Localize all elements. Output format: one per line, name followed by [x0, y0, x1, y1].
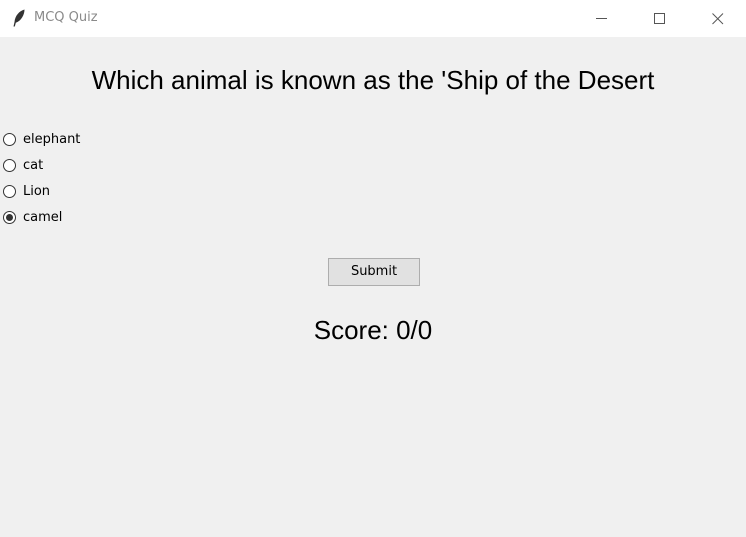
window-title: MCQ Quiz: [34, 10, 98, 25]
radio-button[interactable]: [3, 158, 16, 172]
close-button[interactable]: [689, 0, 746, 37]
option-label: elephant: [23, 131, 81, 147]
minimize-button[interactable]: [573, 0, 631, 37]
option-label: cat: [23, 157, 44, 173]
option-camel[interactable]: camel: [0, 207, 62, 227]
submit-button[interactable]: Submit: [328, 258, 420, 286]
maximize-icon: [654, 13, 665, 24]
option-lion[interactable]: Lion: [0, 181, 50, 201]
question-text: Which animal is known as the 'Ship of th…: [91, 65, 655, 95]
option-cat[interactable]: cat: [0, 155, 43, 175]
option-elephant[interactable]: elephant: [0, 129, 80, 149]
close-icon: [712, 13, 724, 25]
option-label: camel: [23, 209, 63, 225]
radio-button-selected[interactable]: [3, 210, 16, 224]
score-text: Score: 0/0: [313, 315, 433, 345]
maximize-button[interactable]: [631, 0, 689, 37]
radio-button[interactable]: [3, 132, 16, 146]
option-label: Lion: [23, 183, 51, 199]
radio-button[interactable]: [3, 184, 16, 198]
feather-icon: [13, 9, 25, 27]
title-bar: MCQ Quiz: [0, 0, 746, 37]
minimize-icon: [596, 18, 607, 19]
